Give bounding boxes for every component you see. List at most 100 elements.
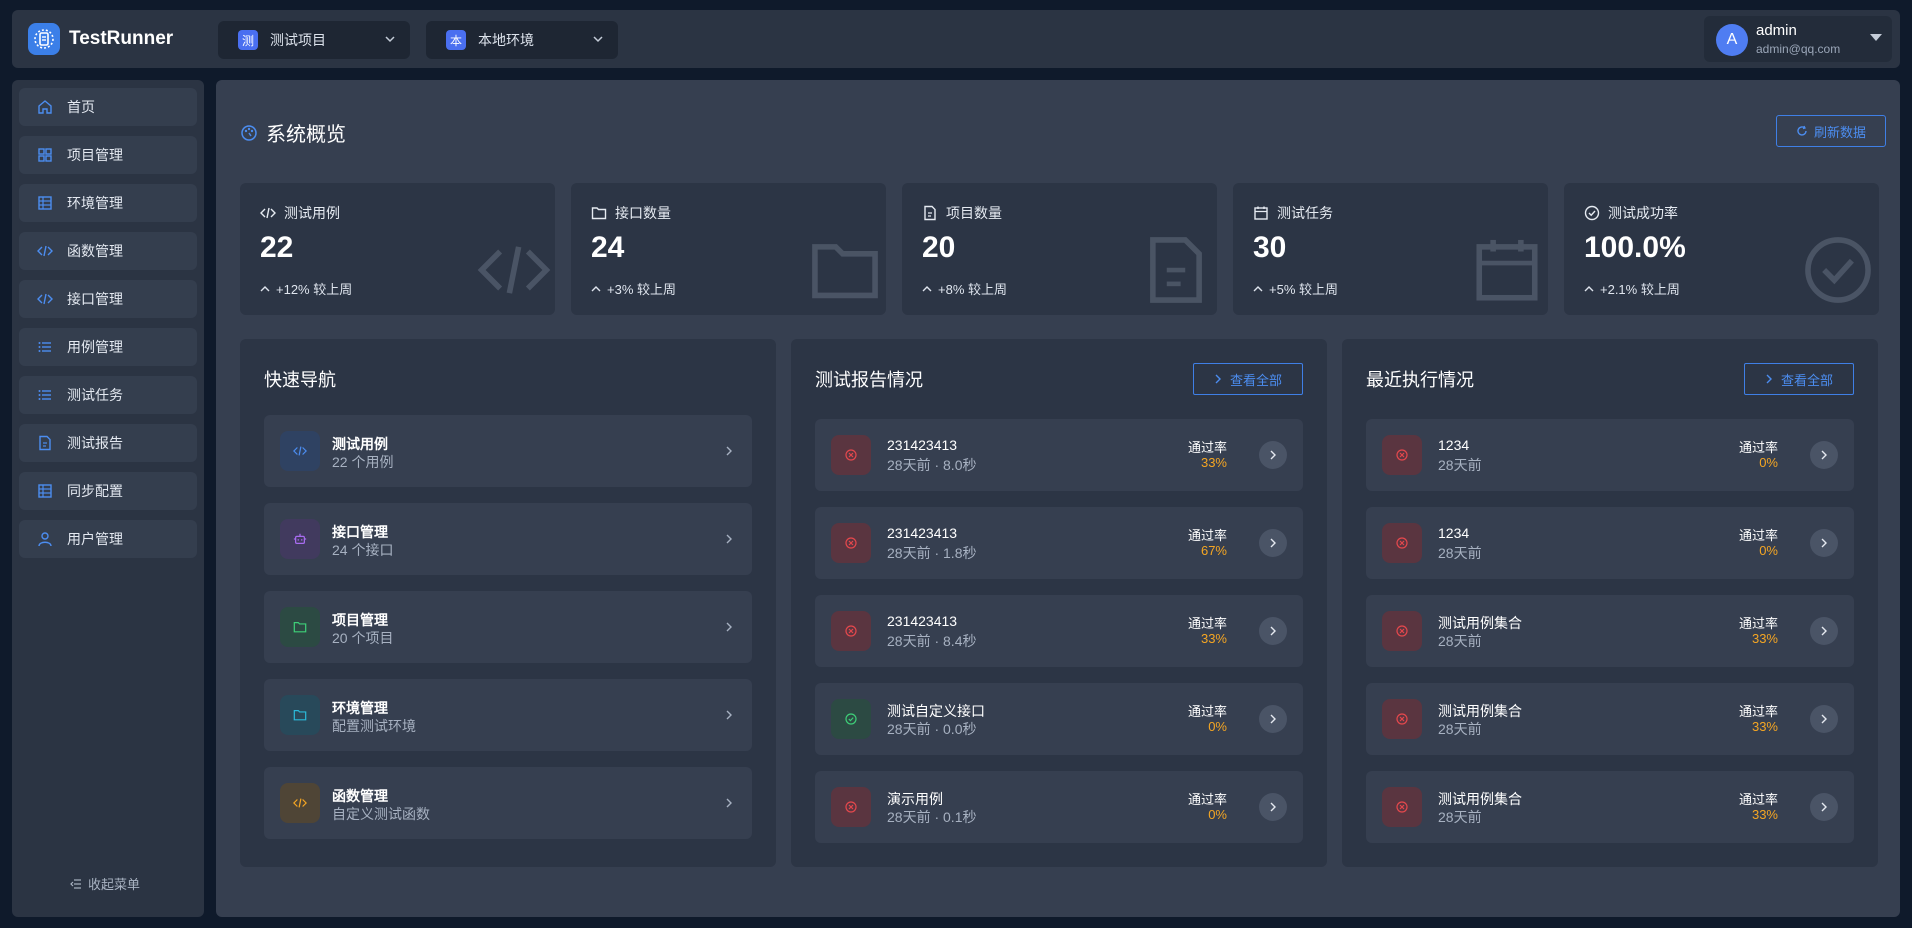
- pass-rate-value: 33%: [1751, 719, 1778, 734]
- report-meta: 28天前 · 8.4秒: [887, 633, 977, 649]
- stat-trend: +3% 较上周: [591, 279, 676, 298]
- stat-trend: +12% 较上周: [260, 279, 352, 298]
- check-circle-icon: [1584, 205, 1600, 221]
- collapse-menu-button[interactable]: 收起菜单: [70, 874, 140, 893]
- quick-nav-title: 环境管理: [332, 700, 388, 716]
- open-report-button[interactable]: [1259, 705, 1287, 733]
- open-report-button[interactable]: [1259, 793, 1287, 821]
- stat-label-text: 测试用例: [284, 205, 340, 221]
- avatar: A: [1716, 24, 1748, 56]
- list-icon: [38, 342, 51, 352]
- stat-label: 测试用例: [260, 203, 340, 223]
- execution-row[interactable]: 1234 28天前 通过率 0%: [1366, 419, 1854, 491]
- quick-nav-item-test-cases[interactable]: 测试用例 22 个用例: [264, 415, 752, 487]
- report-meta: 28天前 · 0.0秒: [887, 721, 977, 737]
- execution-time: 28天前: [1438, 721, 1482, 737]
- recent-execution-panel: 最近执行情况 查看全部 1234 28天前 通过率 0% 1234 28天前 通…: [1342, 339, 1878, 867]
- sidebar-item-environments[interactable]: 环境管理: [19, 184, 197, 222]
- open-report-button[interactable]: [1259, 617, 1287, 645]
- chevron-right-icon: [726, 622, 732, 632]
- code-icon: [260, 207, 276, 219]
- pass-rate-value: 0%: [1208, 719, 1227, 734]
- error-circle-icon: [1382, 523, 1422, 563]
- quick-nav-item-environments[interactable]: 环境管理 配置测试环境: [264, 679, 752, 751]
- error-circle-icon: [1382, 787, 1422, 827]
- stat-value: 22: [260, 231, 294, 264]
- code-icon: [280, 783, 320, 823]
- execution-row[interactable]: 测试用例集合 28天前 通过率 33%: [1366, 771, 1854, 843]
- sidebar-item-projects[interactable]: 项目管理: [19, 136, 197, 174]
- open-execution-button[interactable]: [1810, 441, 1838, 469]
- home-icon: [38, 100, 52, 114]
- pass-rate-label: 通过率: [1738, 440, 1778, 455]
- stat-trend: +2.1% 较上周: [1584, 279, 1680, 298]
- sidebar-item-test-tasks[interactable]: 测试任务: [19, 376, 197, 414]
- folder-icon: [280, 607, 320, 647]
- report-row[interactable]: 231423413 28天前 · 1.8秒 通过率 67%: [815, 507, 1303, 579]
- app-logo[interactable]: TestRunner: [28, 23, 173, 55]
- execution-title: 测试用例集合: [1438, 615, 1522, 631]
- sidebar-item-functions[interactable]: 函数管理: [19, 232, 197, 270]
- execution-title: 测试用例集合: [1438, 791, 1522, 807]
- list-icon: [38, 390, 51, 400]
- report-row[interactable]: 231423413 28天前 · 8.0秒 通过率 33%: [815, 419, 1303, 491]
- execution-row[interactable]: 测试用例集合 28天前 通过率 33%: [1366, 595, 1854, 667]
- folder-icon: [812, 244, 878, 299]
- open-report-button[interactable]: [1259, 441, 1287, 469]
- quick-nav-item-interfaces[interactable]: 接口管理 24 个接口: [264, 503, 752, 575]
- report-title: 231423413: [887, 437, 958, 453]
- quick-nav-subtitle: 自定义测试函数: [332, 806, 430, 822]
- report-row[interactable]: 231423413 28天前 · 8.4秒 通过率 33%: [815, 595, 1303, 667]
- open-report-button[interactable]: [1259, 529, 1287, 557]
- quick-nav-subtitle: 配置测试环境: [332, 718, 416, 734]
- panel-title: 快速导航: [264, 370, 336, 390]
- stat-card-test-tasks: 测试任务 30 +5% 较上周: [1233, 183, 1548, 315]
- open-execution-button[interactable]: [1810, 617, 1838, 645]
- refresh-data-label: 刷新数据: [1813, 124, 1866, 140]
- report-row[interactable]: 测试自定义接口 28天前 · 0.0秒 通过率 0%: [815, 683, 1303, 755]
- open-execution-button[interactable]: [1810, 705, 1838, 733]
- execution-time: 28天前: [1438, 809, 1482, 825]
- environment-selector[interactable]: 本 本地环境: [426, 21, 618, 59]
- success-circle-icon: [831, 699, 871, 739]
- view-all-reports-button[interactable]: 查看全部: [1193, 363, 1303, 395]
- view-all-label: 查看全部: [1780, 372, 1833, 388]
- report-title: 231423413: [887, 613, 958, 629]
- user-menu[interactable]: A admin admin@qq.com: [1704, 16, 1892, 62]
- quick-nav-title: 接口管理: [332, 524, 388, 540]
- sidebar-item-test-cases[interactable]: 用例管理: [19, 328, 197, 366]
- quick-nav-item-projects[interactable]: 项目管理 20 个项目: [264, 591, 752, 663]
- report-row[interactable]: 演示用例 28天前 · 0.1秒 通过率 0%: [815, 771, 1303, 843]
- stat-value: 24: [591, 231, 625, 264]
- refresh-data-button[interactable]: 刷新数据: [1776, 115, 1886, 147]
- quick-nav-item-functions[interactable]: 函数管理 自定义测试函数: [264, 767, 752, 839]
- sidebar-item-interfaces[interactable]: 接口管理: [19, 280, 197, 318]
- execution-title: 1234: [1438, 437, 1470, 453]
- stat-label-text: 测试成功率: [1608, 205, 1678, 221]
- folder-icon: [280, 695, 320, 735]
- pass-rate-label: 通过率: [1738, 616, 1778, 631]
- open-execution-button[interactable]: [1810, 529, 1838, 557]
- logo-icon: [28, 23, 60, 55]
- error-circle-icon: [1382, 435, 1422, 475]
- execution-row[interactable]: 1234 28天前 通过率 0%: [1366, 507, 1854, 579]
- stat-card-success-rate: 测试成功率 100.0% +2.1% 较上周: [1564, 183, 1879, 315]
- sidebar-item-home[interactable]: 首页: [19, 88, 197, 126]
- project-selector[interactable]: 测 测试项目: [218, 21, 410, 59]
- report-title: 演示用例: [887, 791, 943, 807]
- chevron-right-icon: [1821, 714, 1827, 724]
- sidebar-item-users[interactable]: 用户管理: [19, 520, 197, 558]
- sidebar-item-test-reports[interactable]: 测试报告: [19, 424, 197, 462]
- view-all-executions-button[interactable]: 查看全部: [1744, 363, 1854, 395]
- sidebar-item-label: 用户管理: [67, 531, 123, 547]
- chevron-right-icon: [1215, 374, 1221, 384]
- chevron-right-icon: [1821, 802, 1827, 812]
- execution-row[interactable]: 测试用例集合 28天前 通过率 33%: [1366, 683, 1854, 755]
- open-execution-button[interactable]: [1810, 793, 1838, 821]
- sidebar-item-sync-config[interactable]: 同步配置: [19, 472, 197, 510]
- quick-nav-title: 函数管理: [332, 788, 388, 804]
- pass-rate-label: 通过率: [1187, 440, 1227, 455]
- error-circle-icon: [831, 611, 871, 651]
- project-badge: 测: [238, 30, 258, 50]
- stat-label-text: 接口数量: [615, 205, 671, 221]
